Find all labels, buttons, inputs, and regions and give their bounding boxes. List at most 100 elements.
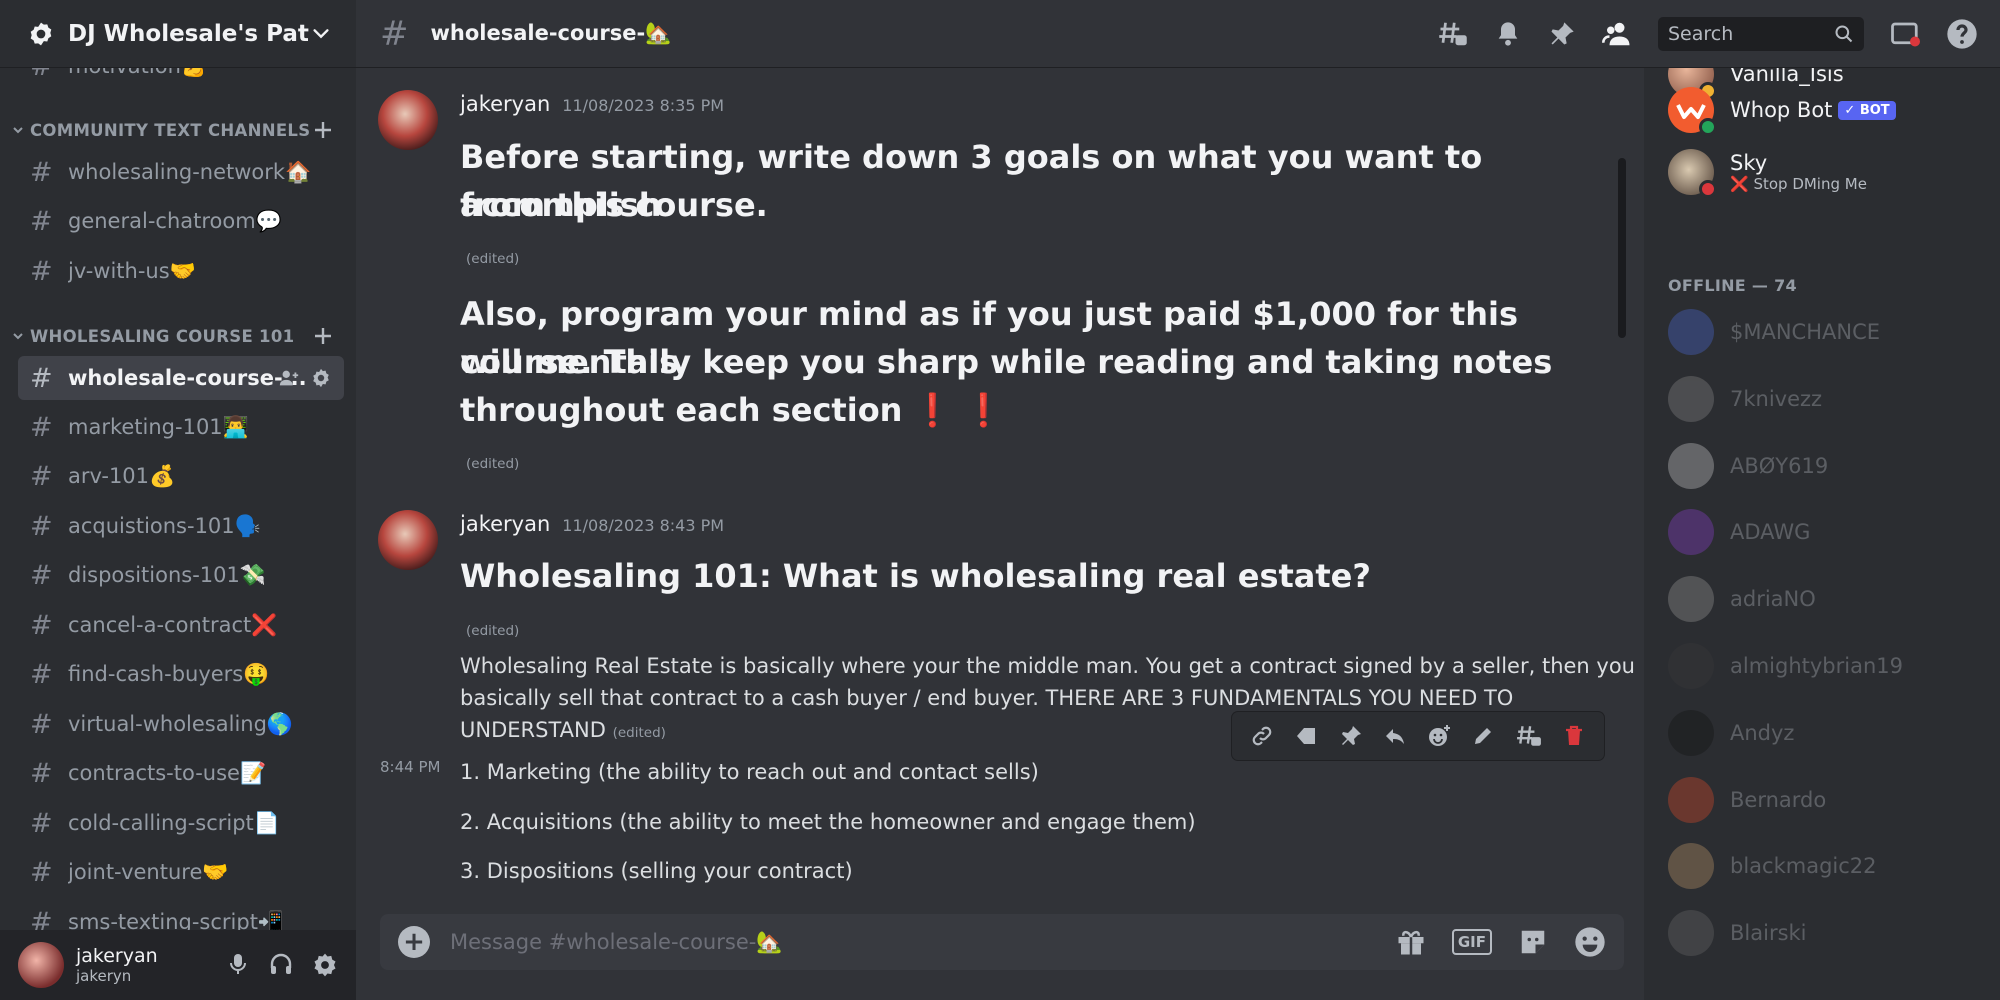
member-item[interactable]: Blairski xyxy=(1668,903,1988,963)
pinned-messages-icon[interactable] xyxy=(1548,20,1576,48)
hash-icon: # xyxy=(30,205,53,237)
user-panel: jakeryan jakeryn xyxy=(0,930,356,1000)
member-item[interactable]: 7knivezz xyxy=(1668,369,1988,429)
message-timestamp: 8:44 PM xyxy=(380,758,441,776)
channel-list: # motivation💪 COMMUNITY TEXT CHANNELS # … xyxy=(0,68,356,930)
microphone-icon[interactable] xyxy=(226,952,250,978)
member-item[interactable]: $MANCHANCE xyxy=(1668,302,1988,362)
member-item[interactable]: Sky ❌ Stop DMing Me xyxy=(1668,142,1988,202)
channel-find-cash-buyers[interactable]: # find-cash-buyers🤑 xyxy=(18,652,344,696)
channel-label: wholesale-course-... xyxy=(68,366,307,390)
channel-dispositions-101[interactable]: # dispositions-101💸 xyxy=(18,553,344,597)
user-avatar[interactable] xyxy=(18,942,64,988)
channel-wholesale-course[interactable]: # wholesale-course-... xyxy=(18,356,344,400)
member-name: Andyz xyxy=(1730,721,1795,745)
server-header[interactable]: DJ Wholesale's Path ... xyxy=(0,0,356,68)
notification-bell-icon[interactable] xyxy=(1494,20,1522,48)
channel-label: cold-calling-script📄 xyxy=(68,810,280,835)
copy-link-icon[interactable] xyxy=(1250,724,1274,748)
online-status-icon xyxy=(1699,118,1717,136)
invite-user-icon[interactable] xyxy=(278,367,300,389)
edit-icon[interactable] xyxy=(1471,724,1495,748)
threads-icon[interactable] xyxy=(1438,19,1468,49)
list-item: 1. Marketing (the ability to reach out a… xyxy=(460,760,1039,784)
hash-icon: # xyxy=(30,609,53,641)
channel-jv-with-us[interactable]: # jv-with-us🤝 xyxy=(18,249,344,293)
reply-icon[interactable] xyxy=(1383,724,1407,748)
member-item[interactable]: ABØY619 xyxy=(1668,436,1988,496)
channel-settings-icon[interactable] xyxy=(310,367,332,389)
member-list: Vanilla_Isis Whop Bot ✓ BOT Sky ❌ Stop D… xyxy=(1644,68,2000,1000)
hash-icon: # xyxy=(30,708,53,740)
member-item[interactable]: ADAWG xyxy=(1668,502,1988,562)
inbox-icon[interactable] xyxy=(1890,19,1920,49)
channel-label: motivation💪 xyxy=(68,68,207,79)
channel-joint-venture[interactable]: # joint-venture🤝 xyxy=(18,850,344,894)
member-list-icon[interactable] xyxy=(1602,19,1632,49)
channel-sidebar: DJ Wholesale's Path ... # motivation💪 CO… xyxy=(0,0,356,1000)
member-item[interactable]: Bernardo xyxy=(1668,770,1988,830)
channel-label: general-chatroom💬 xyxy=(68,208,282,233)
bot-badge: ✓ BOT xyxy=(1838,100,1896,120)
pin-icon[interactable] xyxy=(1339,724,1363,748)
mark-unread-icon[interactable] xyxy=(1294,724,1318,748)
member-item[interactable]: almightybrian19 xyxy=(1668,636,1988,696)
channel-cancel-a-contract[interactable]: # cancel-a-contract❌ xyxy=(18,603,344,647)
category-community-text-channels[interactable]: COMMUNITY TEXT CHANNELS xyxy=(0,116,356,144)
user-display-name: jakeryan xyxy=(76,945,158,967)
create-channel-icon[interactable] xyxy=(312,119,334,141)
member-avatar xyxy=(1668,710,1714,756)
hash-icon: # xyxy=(30,255,53,287)
gift-icon[interactable] xyxy=(1396,927,1426,957)
message-input[interactable] xyxy=(450,930,1396,954)
hash-icon: # xyxy=(30,510,53,542)
upload-plus-button[interactable]: + xyxy=(398,926,430,958)
create-channel-icon[interactable] xyxy=(312,325,334,347)
search-input[interactable] xyxy=(1668,22,1828,45)
member-name: $MANCHANCE xyxy=(1730,320,1881,344)
member-item[interactable]: Whop Bot ✓ BOT xyxy=(1668,80,1988,140)
channel-label: acquistions-101🗣️ xyxy=(68,513,261,538)
channel-sms-texting-script[interactable]: # sms-texting-script📲 xyxy=(18,900,344,931)
message-text-line: throughout each section ❗ ❗ xyxy=(460,386,1003,434)
search-icon xyxy=(1834,24,1854,44)
message-author[interactable]: jakeryan xyxy=(460,92,550,116)
channel-title: wholesale-course-🏡 xyxy=(430,21,672,45)
member-name: 7knivezz xyxy=(1730,387,1823,411)
sticker-icon[interactable] xyxy=(1518,927,1548,957)
member-avatar xyxy=(1668,777,1714,823)
message-heading: Wholesaling 101: What is wholesaling rea… xyxy=(460,557,1371,595)
create-thread-icon[interactable] xyxy=(1516,723,1542,749)
channel-motivation[interactable]: # motivation💪 xyxy=(18,68,344,88)
channel-acquistions-101[interactable]: # acquistions-101🗣️ xyxy=(18,504,344,548)
search-box[interactable] xyxy=(1658,16,1864,51)
message-avatar[interactable] xyxy=(378,510,438,570)
channel-virtual-wholesaling[interactable]: # virtual-wholesaling🌎 xyxy=(18,702,344,746)
user-settings-icon[interactable] xyxy=(312,952,338,978)
channel-general-chatroom[interactable]: # general-chatroom💬 xyxy=(18,199,344,243)
member-name: ADAWG xyxy=(1730,520,1811,544)
member-item[interactable]: adriaNO xyxy=(1668,569,1988,629)
channel-arv-101[interactable]: # arv-101💰 xyxy=(18,454,344,498)
offline-section-label: OFFLINE — 74 xyxy=(1668,276,1797,295)
delete-icon[interactable] xyxy=(1562,724,1586,748)
gif-picker-button[interactable]: GIF xyxy=(1451,929,1492,955)
channel-contracts-to-use[interactable]: # contracts-to-use📝 xyxy=(18,751,344,795)
member-avatar xyxy=(1668,443,1714,489)
channel-marketing-101[interactable]: # marketing-101👨‍💻 xyxy=(18,405,344,449)
help-icon[interactable] xyxy=(1946,18,1978,50)
edited-label: (edited) xyxy=(612,725,666,741)
headphones-icon[interactable] xyxy=(268,952,294,978)
channel-label: joint-venture🤝 xyxy=(68,859,229,884)
channel-wholesaling-network[interactable]: # wholesaling-network🏠 xyxy=(18,150,344,194)
message-author[interactable]: jakeryan xyxy=(460,512,550,536)
channel-cold-calling-script[interactable]: # cold-calling-script📄 xyxy=(18,801,344,845)
channel-label: wholesaling-network🏠 xyxy=(68,159,312,184)
member-name: adriaNO xyxy=(1730,587,1816,611)
member-item[interactable]: blackmagic22 xyxy=(1668,836,1988,896)
emoji-icon[interactable] xyxy=(1574,926,1606,958)
category-wholesaling-course-101[interactable]: WHOLESALING COURSE 101 xyxy=(0,322,356,350)
message-avatar[interactable] xyxy=(378,90,438,150)
member-item[interactable]: Andyz xyxy=(1668,703,1988,763)
add-reaction-icon[interactable] xyxy=(1427,724,1451,748)
